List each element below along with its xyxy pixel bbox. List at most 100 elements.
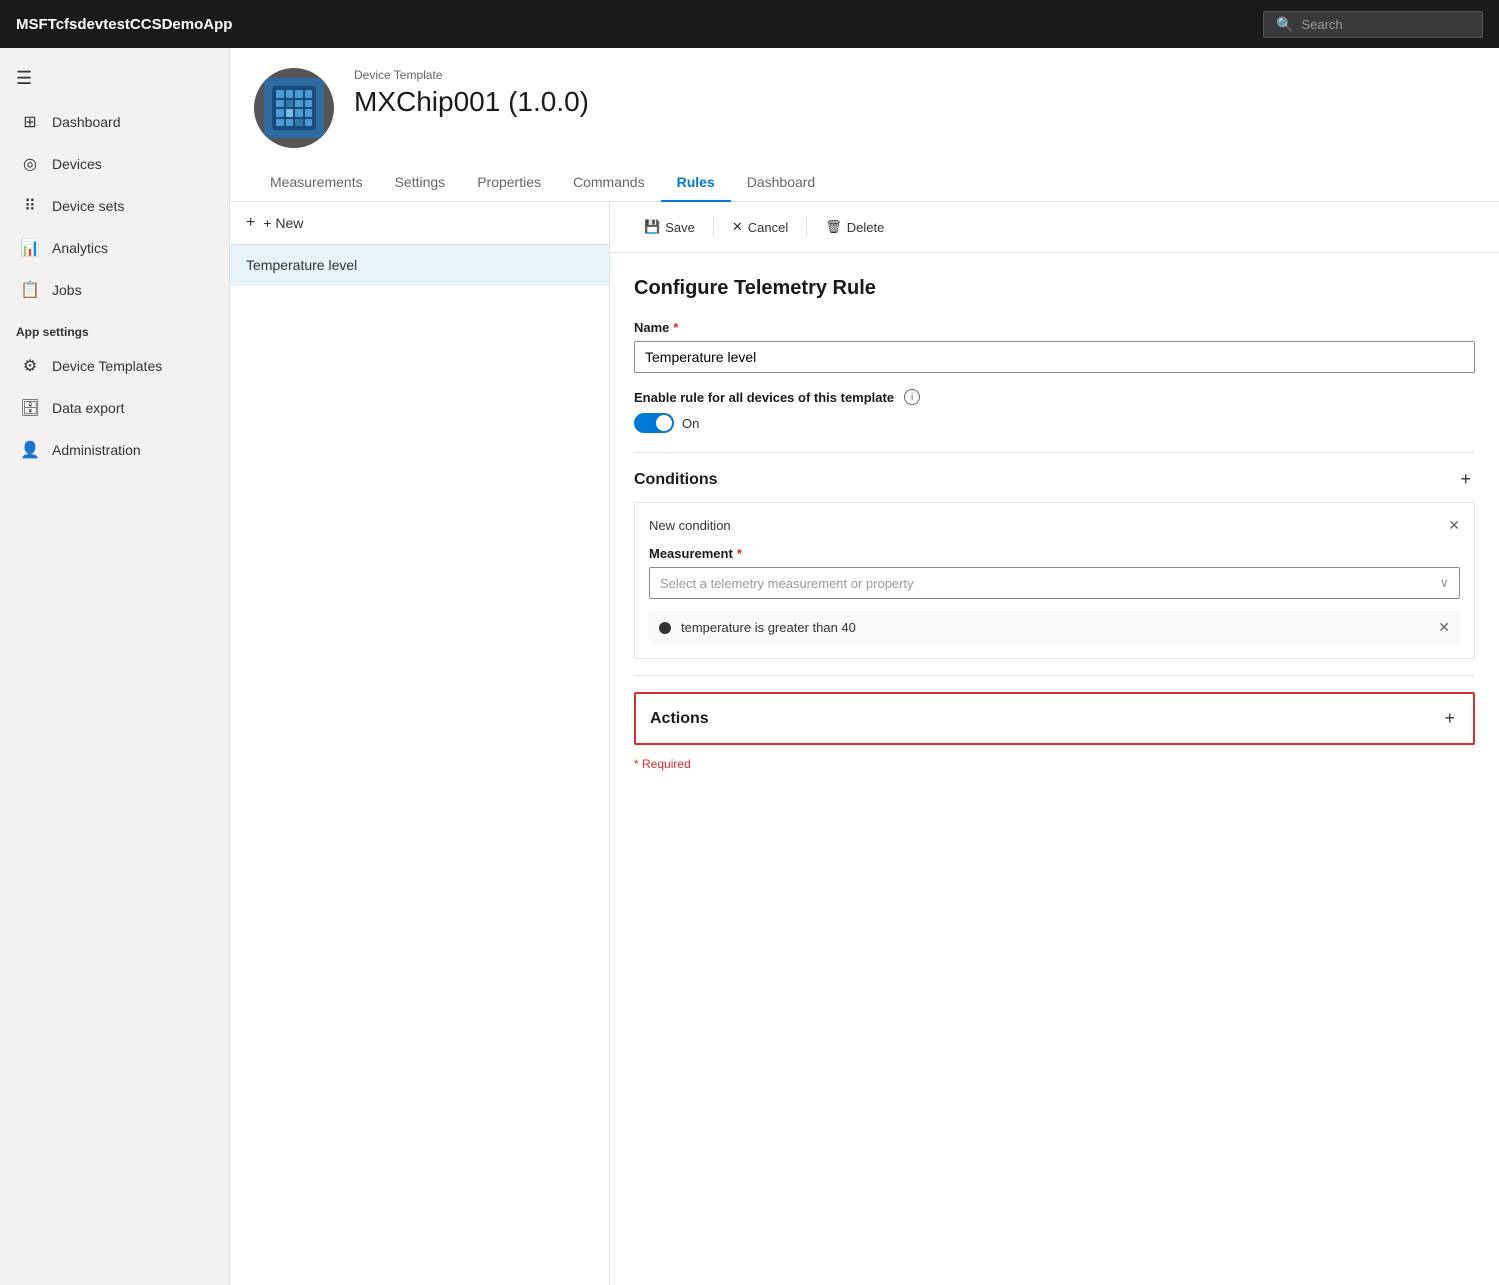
chip-dot: [305, 109, 313, 117]
measurement-label: Measurement *: [649, 546, 1460, 561]
sidebar-item-dashboard[interactable]: ⊞ Dashboard: [4, 102, 225, 142]
condition-dot: [659, 622, 671, 634]
add-condition-button[interactable]: +: [1456, 469, 1475, 490]
chip-dot: [305, 119, 313, 127]
name-input[interactable]: [634, 341, 1475, 373]
app-settings-label: App settings: [0, 311, 229, 345]
chip-dot: [295, 109, 303, 117]
sidebar-item-label: Analytics: [52, 240, 108, 256]
plus-icon: +: [246, 214, 255, 232]
topbar: MSFTcfsdevtestCCSDemoApp 🔍: [0, 0, 1499, 48]
jobs-icon: 📋: [20, 280, 40, 300]
form-area: Configure Telemetry Rule Name * Enable r…: [610, 253, 1499, 795]
device-avatar: [254, 68, 334, 148]
device-header: Device Template MXChip001 (1.0.0) Measur…: [230, 48, 1499, 202]
close-condition-button[interactable]: ✕: [1448, 517, 1460, 534]
name-required-star: *: [673, 320, 678, 335]
actions-title: Actions: [650, 710, 709, 728]
chip-dot: [286, 119, 294, 127]
search-box[interactable]: 🔍: [1263, 11, 1483, 38]
cancel-icon: ✕: [732, 219, 743, 235]
tab-dashboard[interactable]: Dashboard: [731, 164, 832, 202]
new-rule-button[interactable]: + + New: [230, 202, 609, 245]
name-label: Name *: [634, 320, 1475, 335]
sidebar-item-data-export[interactable]: 🗄 Data export: [4, 388, 225, 428]
app-title: MSFTcfsdevtestCCSDemoApp: [16, 16, 232, 33]
sidebar: ☰ ⊞ Dashboard ◎ Devices ⠿ Device sets 📊 …: [0, 48, 230, 1285]
sidebar-item-device-sets[interactable]: ⠿ Device sets: [4, 186, 225, 226]
measurement-dropdown[interactable]: Select a telemetry measurement or proper…: [649, 567, 1460, 599]
chip-dot: [305, 100, 313, 108]
save-icon: 💾: [644, 219, 660, 235]
toggle-state: On: [682, 416, 699, 431]
chip-dot: [276, 90, 284, 98]
rule-list-item[interactable]: Temperature level: [230, 245, 609, 286]
tab-settings[interactable]: Settings: [379, 164, 462, 202]
sidebar-item-label: Dashboard: [52, 114, 121, 130]
form-title: Configure Telemetry Rule: [634, 277, 1475, 300]
data-export-icon: 🗄: [20, 398, 40, 418]
toggle-label: Enable rule for all devices of this temp…: [634, 390, 894, 405]
tab-properties[interactable]: Properties: [461, 164, 557, 202]
sidebar-item-analytics[interactable]: 📊 Analytics: [4, 228, 225, 268]
toolbar-separator: [806, 217, 807, 237]
toolbar-separator: [713, 217, 714, 237]
left-panel: + + New Temperature level: [230, 202, 610, 1285]
search-icon: 🔍: [1276, 16, 1293, 33]
chevron-down-icon: ∨: [1439, 575, 1449, 591]
tab-measurements[interactable]: Measurements: [254, 164, 379, 202]
administration-icon: 👤: [20, 440, 40, 460]
chip-dot: [295, 90, 303, 98]
split-layout: + + New Temperature level 💾 Save: [230, 202, 1499, 1285]
sidebar-item-administration[interactable]: 👤 Administration: [4, 430, 225, 470]
cancel-button[interactable]: ✕ Cancel: [722, 214, 798, 240]
chip-dot: [295, 100, 303, 108]
content-area: Device Template MXChip001 (1.0.0) Measur…: [230, 48, 1499, 1285]
hamburger-button[interactable]: ☰: [0, 56, 229, 101]
devices-icon: ◎: [20, 154, 40, 174]
chip-dot: [286, 90, 294, 98]
chip-dot: [276, 109, 284, 117]
search-input[interactable]: [1301, 17, 1470, 32]
actions-header: Actions +: [650, 708, 1459, 729]
device-name: MXChip001 (1.0.0): [354, 86, 589, 118]
chip-dot: [276, 119, 284, 127]
tab-commands[interactable]: Commands: [557, 164, 661, 202]
toggle-switch[interactable]: On: [634, 413, 699, 433]
delete-icon: 🗑: [825, 219, 842, 235]
delete-button[interactable]: 🗑 Delete: [815, 214, 894, 240]
condition-tag: temperature is greater than 40 ✕: [649, 611, 1460, 644]
tab-rules[interactable]: Rules: [661, 164, 731, 202]
sidebar-item-jobs[interactable]: 📋 Jobs: [4, 270, 225, 310]
sidebar-item-label: Devices: [52, 156, 102, 172]
toggle-form-group: Enable rule for all devices of this temp…: [634, 389, 1475, 436]
condition-title: New condition: [649, 518, 731, 533]
rule-item-label: Temperature level: [246, 257, 357, 273]
sidebar-item-label: Jobs: [52, 282, 82, 298]
analytics-icon: 📊: [20, 238, 40, 258]
sidebar-item-label: Data export: [52, 400, 124, 416]
toggle-row: Enable rule for all devices of this temp…: [634, 389, 1475, 405]
actions-section: Actions +: [634, 692, 1475, 745]
info-icon[interactable]: i: [904, 389, 920, 405]
sidebar-item-devices[interactable]: ◎ Devices: [4, 144, 225, 184]
sidebar-item-label: Administration: [52, 442, 141, 458]
save-button[interactable]: 💾 Save: [634, 214, 705, 240]
chip-dot: [276, 100, 284, 108]
add-action-button[interactable]: +: [1440, 708, 1459, 729]
chip-dot: [295, 119, 303, 127]
device-sets-icon: ⠿: [20, 196, 40, 216]
sidebar-item-label: Device sets: [52, 198, 124, 214]
remove-condition-tag-button[interactable]: ✕: [1438, 619, 1450, 636]
toggle-track: [634, 413, 674, 433]
measurement-required-star: *: [737, 546, 742, 561]
required-note: * Required: [634, 757, 1475, 771]
right-panel: 💾 Save ✕ Cancel 🗑 Delete: [610, 202, 1499, 1285]
actions-divider: [634, 675, 1475, 676]
device-info: Device Template MXChip001 (1.0.0): [354, 68, 589, 118]
condition-text: temperature is greater than 40: [681, 620, 1428, 635]
conditions-title: Conditions: [634, 471, 718, 489]
sidebar-item-device-templates[interactable]: ⚙ Device Templates: [4, 346, 225, 386]
new-button-label: + New: [263, 215, 303, 231]
condition-header: New condition ✕: [649, 517, 1460, 534]
